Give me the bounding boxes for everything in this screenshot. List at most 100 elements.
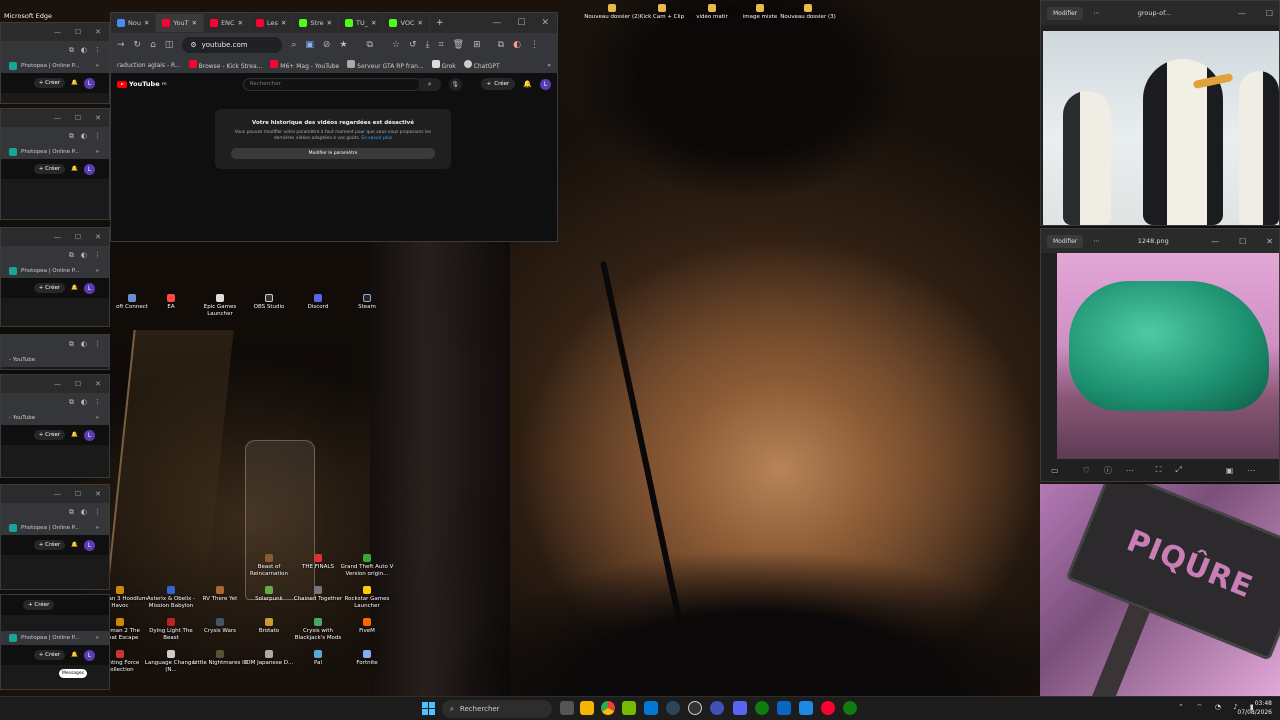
tab-close-icon[interactable]: ✕ xyxy=(281,19,286,27)
profile-icon[interactable]: ◐ xyxy=(81,46,87,54)
mini-window-1[interactable]: — ☐ ✕ ⧉ ◐ ⋮ Photopea | Online P...» + Créer 🔔… xyxy=(0,22,110,104)
bell-icon[interactable]: 🔔 xyxy=(71,166,78,172)
mini-tab-row[interactable]: Photopea | Online P...» xyxy=(1,264,109,278)
taskbar-app-nvidia[interactable] xyxy=(622,701,636,715)
profile-icon[interactable]: ◐ xyxy=(81,251,87,259)
profile-icon[interactable]: ◐ xyxy=(81,398,87,406)
sidebar-icon[interactable]: ◫ xyxy=(165,40,174,50)
more-icon[interactable]: ⋯ xyxy=(1126,466,1134,475)
mini-window-4[interactable]: ⧉ ◐ ⋮ - YouTube xyxy=(0,334,110,370)
maximize-icon[interactable]: ☐ xyxy=(75,380,81,388)
mini-window-7[interactable]: + Créer Photopea | Online P...» + Créer 🔔… xyxy=(0,594,110,690)
desktop-icon-2[interactable]: Epic Games Launcher xyxy=(192,294,248,318)
reload-icon[interactable]: ↻ xyxy=(134,40,142,50)
maximize-icon[interactable]: ☐ xyxy=(1239,237,1246,246)
extensions-icon[interactable]: ⧉ xyxy=(69,132,74,141)
chevron-icon[interactable]: » xyxy=(96,63,109,69)
mini-window-2[interactable]: — ☐ ✕ ⧉ ◐ ⋮ Photopea | Online P...» + Créer 🔔… xyxy=(0,108,110,220)
desktop-icon-4[interactable]: Discord xyxy=(290,294,346,311)
desktop-icon-25[interactable]: Pal xyxy=(290,650,346,667)
chevron-icon[interactable]: » xyxy=(96,149,109,155)
tab-close-icon[interactable]: ✕ xyxy=(192,19,197,27)
create-button[interactable]: + Créer xyxy=(33,650,66,660)
desktop-icon-26[interactable]: Fortnite xyxy=(339,650,395,667)
desktop-icon-1[interactable]: EA xyxy=(143,294,199,311)
filmstrip-icon[interactable]: ▭ xyxy=(1051,466,1059,475)
bell-icon[interactable]: 🔔 xyxy=(71,542,78,548)
desktop-icon-10[interactable]: Asterix & Obelix - Mission Babylon xyxy=(143,586,199,610)
mini-window-3[interactable]: — ☐ ✕ ⧉ ◐ ⋮ Photopea | Online P...» + Créer 🔔… xyxy=(0,227,110,327)
minimize-icon[interactable]: — xyxy=(1238,9,1246,18)
bookmarks-more-icon[interactable]: » xyxy=(547,62,551,69)
desktop-icon-3[interactable]: OBS Studio xyxy=(241,294,297,311)
close-icon[interactable]: ✕ xyxy=(95,233,101,241)
menu-icon[interactable]: ⋮ xyxy=(94,251,101,259)
bookmark-item[interactable]: raduction aglais - R... xyxy=(117,62,181,69)
favorites-icon[interactable]: ☆ xyxy=(392,40,400,50)
desktop-icon-13[interactable]: Chained Together xyxy=(290,586,346,603)
extensions-icon[interactable]: ⧉ xyxy=(69,251,74,260)
chevron-icon[interactable]: » xyxy=(96,415,109,421)
bell-icon[interactable]: 🔔 xyxy=(71,432,78,438)
minimize-icon[interactable]: — xyxy=(1211,237,1219,246)
profile-icon[interactable]: ◐ xyxy=(81,340,87,348)
taskbar-app-recorder[interactable] xyxy=(821,701,835,715)
mini-tab-row[interactable]: Photopea | Online P...» xyxy=(1,145,109,159)
avatar[interactable]: L xyxy=(84,163,95,175)
bookmark-item[interactable]: Serveur GTA RP fran... xyxy=(347,60,424,70)
edge-label[interactable]: Microsoft Edge xyxy=(4,12,52,20)
split-icon[interactable]: ⧉ xyxy=(498,40,504,50)
home-icon[interactable]: ⌂ xyxy=(150,40,156,50)
trash-icon[interactable]: 🗑 xyxy=(453,40,464,50)
create-button[interactable]: + Créer xyxy=(33,283,66,293)
favorite-icon[interactable]: ♡ xyxy=(1083,466,1090,475)
maximize-icon[interactable]: ☐ xyxy=(517,18,525,28)
taskbar-app-photos[interactable] xyxy=(777,701,791,715)
profile-icon[interactable]: ◐ xyxy=(81,132,87,140)
menu-icon[interactable]: ⋮ xyxy=(94,340,101,348)
taskbar-app-ubisoft[interactable] xyxy=(710,701,724,715)
photo-viewer-1[interactable]: Modifier ⋯ group-of... — ☐ xyxy=(1040,0,1280,226)
create-button[interactable]: + Créer xyxy=(33,164,66,174)
bell-icon[interactable]: 🔔 xyxy=(71,285,78,291)
menu-icon[interactable]: ⋮ xyxy=(530,40,539,50)
profile-icon[interactable]: ◐ xyxy=(81,508,87,516)
bookmark-star-icon[interactable]: ★ xyxy=(339,40,347,50)
minimize-icon[interactable]: — xyxy=(54,28,61,36)
expand-icon[interactable]: ⤢ xyxy=(1175,465,1181,475)
mini-tab-row[interactable]: Photopea | Online P...» xyxy=(1,521,109,535)
menu-icon[interactable]: ⋮ xyxy=(94,46,101,54)
maximize-icon[interactable]: ☐ xyxy=(75,28,81,36)
taskbar-app-explorer[interactable] xyxy=(580,701,594,715)
browser-tab-active[interactable]: YouT ✕ xyxy=(156,14,205,32)
download-icon[interactable]: ⤓ xyxy=(426,40,430,50)
desktop-icon-23[interactable]: Little Nightmares III xyxy=(192,650,248,667)
taskbar-app-discord[interactable] xyxy=(733,701,747,715)
minimize-icon[interactable]: — xyxy=(54,380,61,388)
mini-tab-row[interactable]: - YouTube xyxy=(1,353,109,367)
browser-tab[interactable]: TU_ ✕ xyxy=(339,14,384,32)
minimize-icon[interactable]: — xyxy=(54,233,61,241)
maximize-icon[interactable]: ☐ xyxy=(75,490,81,498)
youtube-search-input[interactable]: Rechercher xyxy=(242,77,421,91)
tab-close-icon[interactable]: ✕ xyxy=(238,19,243,27)
desktop-icon-top-0[interactable]: Nouveau dossier (2) xyxy=(584,4,640,21)
messages-button[interactable]: Messages xyxy=(59,669,87,678)
browser-tab[interactable]: ENC ✕ xyxy=(204,14,251,32)
more-icon[interactable]: ⋯ xyxy=(1093,9,1100,17)
new-tab-icon[interactable]: + xyxy=(430,18,450,28)
browser-tab[interactable]: VOC ✕ xyxy=(383,14,430,32)
minimize-icon[interactable]: — xyxy=(492,18,501,28)
bookmark-item[interactable]: Grok xyxy=(431,60,456,70)
taskbar-app-chrome[interactable] xyxy=(601,701,615,715)
search-icon[interactable]: ⌕ xyxy=(418,77,441,91)
chevron-icon[interactable]: » xyxy=(96,268,109,274)
maximize-icon[interactable]: ☐ xyxy=(1266,9,1273,18)
extensions-icon[interactable]: ⧉ xyxy=(69,398,74,407)
avatar[interactable]: L xyxy=(84,77,95,89)
desktop-icon-5[interactable]: Steam xyxy=(339,294,395,311)
bell-icon[interactable]: 🔔 xyxy=(71,652,78,658)
learn-more-link[interactable]: En savoir plus xyxy=(361,136,392,141)
avatar[interactable]: L xyxy=(84,429,95,441)
close-icon[interactable]: ✕ xyxy=(95,490,101,498)
